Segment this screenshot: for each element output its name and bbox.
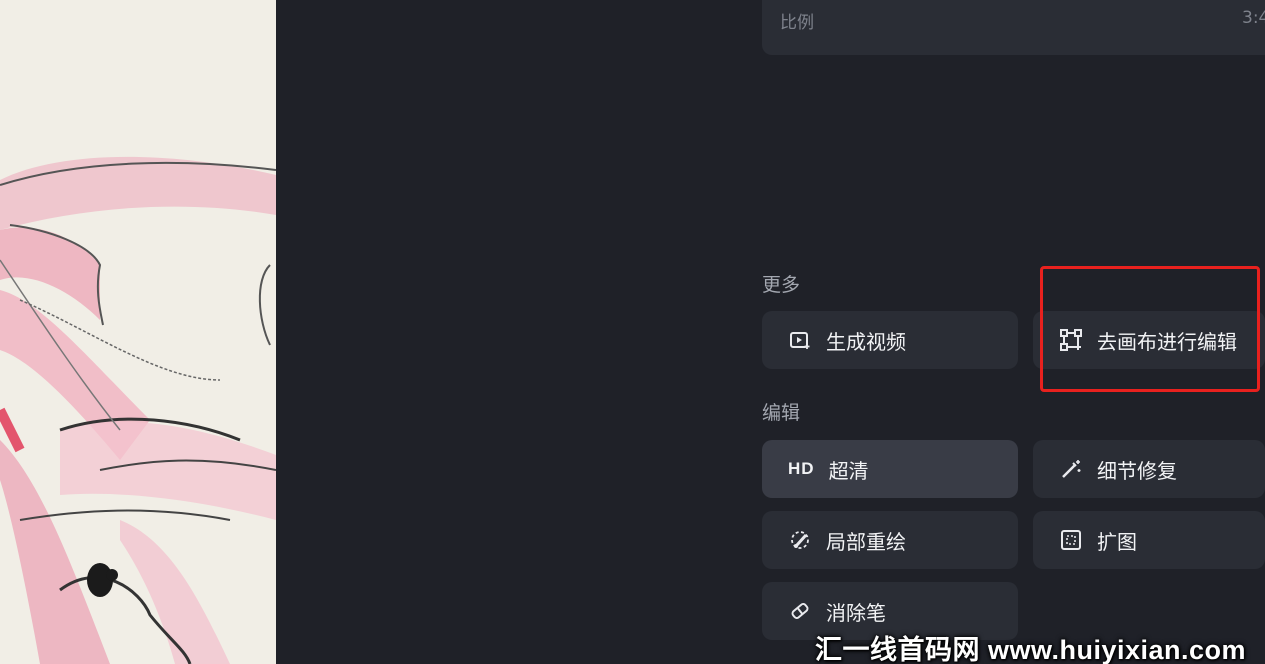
generate-video-label: 生成视频 (826, 329, 906, 354)
hd-icon: HD (788, 459, 815, 478)
hd-upscale-label: 超清 (828, 458, 869, 483)
brush-icon (788, 528, 812, 552)
expand-image-button[interactable]: 扩图 (1033, 511, 1265, 569)
detail-repair-button[interactable]: 细节修复 (1033, 440, 1265, 498)
video-play-icon (788, 328, 812, 352)
expand-frame-icon (1059, 528, 1083, 552)
expand-image-label: 扩图 (1097, 529, 1137, 554)
generate-video-button[interactable]: 生成视频 (762, 311, 1018, 369)
detail-repair-label: 细节修复 (1097, 458, 1177, 483)
watermark-text: 汇一线首码网 www.huiyixian.com (815, 635, 1247, 664)
artwork-image (0, 0, 276, 664)
eraser-label: 消除笔 (826, 600, 886, 625)
section-title-edit: 编辑 (762, 402, 801, 424)
section-title-more: 更多 (762, 274, 801, 296)
inpaint-label: 局部重绘 (826, 529, 906, 554)
edit-in-canvas-button[interactable]: 去画布进行编辑 (1033, 311, 1265, 369)
ratio-label: 比例 (780, 13, 814, 33)
eraser-icon (788, 599, 812, 623)
magic-wand-icon (1059, 457, 1083, 481)
ratio-field[interactable]: 比例 3:4 (762, 0, 1265, 55)
canvas-frame-icon (1059, 328, 1083, 352)
inpaint-button[interactable]: 局部重绘 (762, 511, 1018, 569)
edit-in-canvas-label: 去画布进行编辑 (1097, 329, 1237, 354)
ratio-value: 3:4 (1242, 8, 1265, 28)
artwork-preview (0, 0, 276, 664)
hd-upscale-button[interactable]: HD 超清 (762, 440, 1018, 498)
